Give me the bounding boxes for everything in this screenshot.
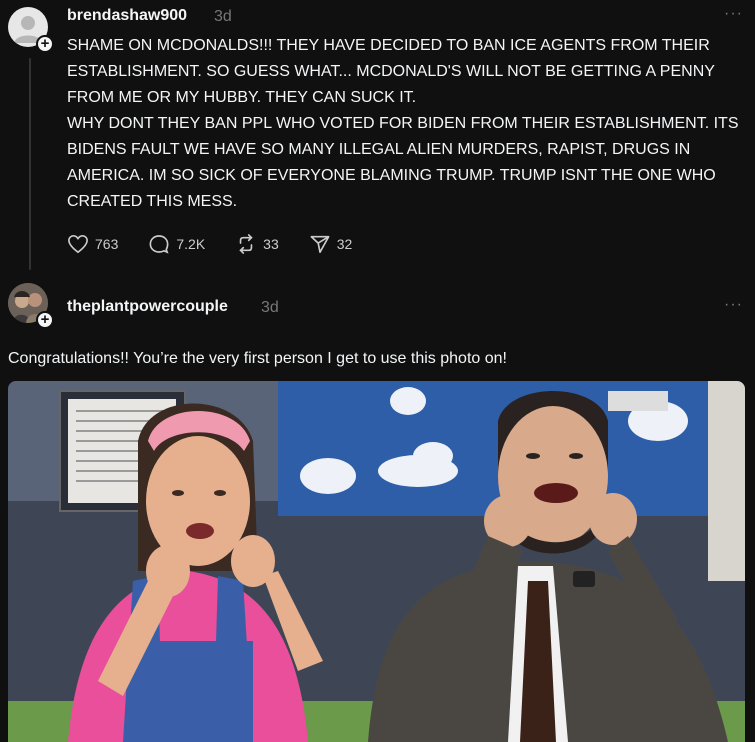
post-time: 3d — [261, 299, 279, 316]
more-icon[interactable]: ··· — [724, 296, 743, 314]
follow-plus-icon[interactable]: + — [36, 311, 54, 329]
post-actions: 763 7.2K 33 32 — [67, 234, 382, 254]
heart-icon — [68, 234, 88, 254]
thread-line — [29, 58, 31, 270]
comment-icon — [149, 235, 169, 254]
more-icon[interactable]: ··· — [724, 5, 743, 23]
like-count: 763 — [95, 236, 119, 252]
post-brendashaw900: + brendashaw900 3d ··· SHAME ON MCDONALD… — [0, 0, 755, 270]
username[interactable]: brendashaw900 — [67, 7, 187, 25]
post-text: SHAME ON MCDONALDS!!! THEY HAVE DECIDED … — [67, 37, 739, 210]
follow-plus-icon[interactable]: + — [36, 35, 54, 53]
avatar-wrap[interactable]: + — [8, 7, 54, 53]
avatar-wrap[interactable]: + — [8, 283, 54, 329]
username[interactable]: theplantpowercouple — [67, 298, 228, 316]
post-time: 3d — [214, 8, 232, 25]
like-button[interactable]: 763 — [67, 234, 118, 254]
post-photo[interactable] — [8, 381, 745, 742]
reply-count: 7.2K — [176, 236, 206, 252]
repost-button[interactable]: 33 — [235, 234, 279, 254]
share-icon — [310, 235, 330, 253]
share-count: 32 — [336, 236, 353, 252]
share-button[interactable]: 32 — [309, 234, 353, 254]
reply-button[interactable]: 7.2K — [148, 234, 205, 254]
repost-icon — [239, 234, 253, 254]
classroom-photo-image — [8, 381, 745, 742]
post-text: Congratulations!! You’re the very first … — [8, 350, 507, 367]
repost-count: 33 — [263, 236, 279, 252]
